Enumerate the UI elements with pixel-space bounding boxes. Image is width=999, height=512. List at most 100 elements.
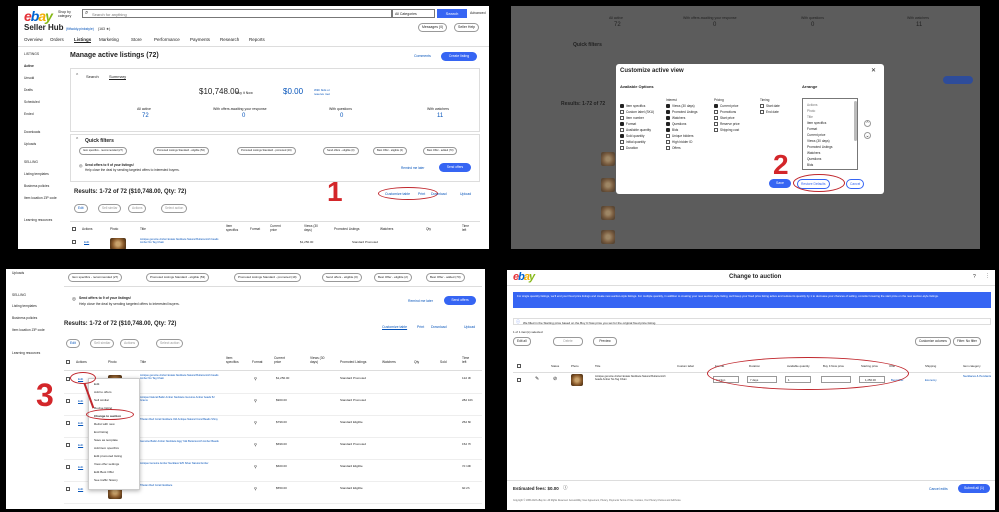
checkbox[interactable] bbox=[666, 104, 670, 108]
column-header[interactable]: Actions bbox=[76, 360, 87, 364]
print-link[interactable]: Print bbox=[417, 325, 424, 329]
sidebar-item-listing-templates[interactable]: Listing templates bbox=[24, 172, 49, 176]
item-title[interactable]: Genuine Baltic Amber Necklace Egg Yolk B… bbox=[140, 440, 220, 443]
item-title[interactable]: Antique genuine Amber Estate Necklace Na… bbox=[595, 375, 671, 382]
column-header[interactable]: Actions bbox=[82, 227, 92, 231]
column-header[interactable]: Custom label bbox=[677, 364, 694, 368]
column-header[interactable]: Item category bbox=[963, 364, 981, 368]
checkbox[interactable] bbox=[666, 128, 670, 132]
arrange-item[interactable]: Views (30 days) bbox=[807, 139, 830, 143]
menu-item-end-listing[interactable]: End listing bbox=[94, 430, 108, 434]
column-header[interactable]: Photo bbox=[108, 360, 117, 364]
checkbox[interactable] bbox=[620, 122, 624, 126]
menu-item-traffic-history[interactable]: See traffic history bbox=[94, 478, 118, 482]
sidebar-item-business-policies[interactable]: Business policies bbox=[24, 184, 49, 188]
quick-filter-chip[interactable]: Promoted Listings Standard - promoted (1… bbox=[234, 273, 301, 282]
menu-item-relist[interactable]: Relist with new bbox=[94, 422, 115, 426]
sell-similar-button[interactable]: Sell similar bbox=[90, 339, 115, 348]
item-price[interactable]: $799.00 bbox=[276, 420, 287, 424]
row-edit-link[interactable]: Edit bbox=[78, 487, 83, 491]
upload-link[interactable]: Upload bbox=[460, 192, 471, 196]
close-icon[interactable]: ✕ bbox=[871, 67, 876, 74]
menu-item-edit[interactable]: Edit bbox=[94, 382, 99, 386]
checkbox[interactable] bbox=[666, 110, 670, 114]
arrange-item[interactable]: Actions bbox=[807, 103, 817, 107]
stat-value[interactable]: 0 bbox=[242, 113, 245, 119]
delete-button[interactable]: Delete bbox=[553, 337, 583, 346]
search-button[interactable]: Search bbox=[437, 9, 467, 18]
sidebar-item-learning-resources[interactable]: Learning resources bbox=[12, 351, 40, 355]
preview-button[interactable]: Preview bbox=[593, 337, 617, 346]
menu-item-edit-promoted[interactable]: Edit promoted listing bbox=[94, 454, 122, 458]
item-price[interactable]: $1,250.00 bbox=[300, 240, 313, 244]
item-photo[interactable] bbox=[110, 238, 126, 249]
checkbox[interactable] bbox=[620, 140, 624, 144]
column-header[interactable]: Item specifics bbox=[226, 224, 240, 232]
nav-performance[interactable]: Performance bbox=[154, 37, 180, 42]
column-header[interactable]: Time left bbox=[462, 356, 474, 364]
checkbox[interactable] bbox=[666, 122, 670, 126]
column-header[interactable]: Format bbox=[252, 360, 262, 364]
row-checkbox[interactable] bbox=[517, 378, 521, 382]
menu-item-offer-settings[interactable]: View offer settings bbox=[94, 462, 119, 466]
sell-similar-button[interactable]: Sell similar bbox=[98, 204, 122, 213]
nav-store[interactable]: Store bbox=[131, 37, 142, 42]
comments-link[interactable]: Comments bbox=[414, 54, 431, 58]
column-header[interactable]: Promoted Listings bbox=[340, 360, 366, 364]
category-select[interactable]: All Categories bbox=[392, 9, 435, 18]
tab-search[interactable]: Search bbox=[86, 74, 99, 79]
row-edit-link[interactable]: Edit bbox=[78, 443, 83, 447]
item-title[interactable]: Tibetan Red Coral Necklace bbox=[140, 484, 220, 487]
column-header[interactable]: Shipping bbox=[925, 364, 936, 368]
row-checkbox[interactable] bbox=[66, 487, 70, 491]
nav-payments[interactable]: Payments bbox=[190, 37, 210, 42]
column-header[interactable]: Current price bbox=[270, 224, 284, 232]
shipping-value[interactable]: Economy bbox=[925, 378, 937, 382]
quick-filter-chip[interactable]: Promoted Listings Standard - eligible (5… bbox=[146, 273, 210, 282]
menu-item-add-to-offers[interactable]: Add to offers bbox=[94, 390, 112, 394]
select-all-checkbox[interactable] bbox=[66, 360, 70, 364]
column-header[interactable]: Views (30 days) bbox=[304, 224, 320, 232]
nav-research[interactable]: Research bbox=[220, 37, 239, 42]
checkbox[interactable] bbox=[666, 146, 670, 150]
arrange-item[interactable]: Title bbox=[807, 115, 813, 119]
move-up-icon[interactable]: ⌃ bbox=[864, 120, 871, 127]
checkbox[interactable] bbox=[760, 104, 764, 108]
submit-all-button[interactable]: Submit all (1) bbox=[958, 484, 990, 493]
checkbox[interactable] bbox=[620, 146, 624, 150]
column-header[interactable]: Qty bbox=[414, 360, 419, 364]
quick-filter-chip[interactable]: Send offers - eligible (0) bbox=[322, 273, 362, 282]
advanced-link[interactable]: Advanced bbox=[470, 11, 486, 15]
sidebar-item-uploads[interactable]: Uploads bbox=[24, 142, 36, 146]
row-checkbox[interactable] bbox=[66, 465, 70, 469]
column-header[interactable]: Format bbox=[250, 227, 260, 231]
column-header[interactable]: Watchers bbox=[382, 360, 396, 364]
checkbox[interactable] bbox=[620, 134, 624, 138]
item-title[interactable]: Antique Natural Baltic Amber Necklace Ge… bbox=[140, 396, 220, 403]
ebay-logo[interactable]: ebay bbox=[513, 271, 535, 283]
column-header[interactable]: Sold bbox=[440, 360, 447, 364]
messages-button[interactable]: Messages (0) bbox=[418, 23, 448, 32]
checkbox[interactable] bbox=[714, 104, 718, 108]
search-input[interactable]: ⌕ Search for anything bbox=[82, 9, 392, 18]
edit-button[interactable]: Edit bbox=[74, 204, 88, 213]
menu-item-edit-best-offer[interactable]: Edit Best Offer bbox=[94, 470, 114, 474]
item-title[interactable]: Antique genuine Amber Estate Necklace Na… bbox=[140, 374, 220, 381]
row-checkbox[interactable] bbox=[66, 421, 70, 425]
column-header[interactable]: Promoted Listings bbox=[334, 227, 360, 231]
chevron-up-icon[interactable]: ⌃ bbox=[75, 137, 79, 143]
column-header[interactable]: Photo bbox=[110, 227, 118, 231]
stat-value[interactable]: 11 bbox=[437, 113, 443, 119]
arrange-item[interactable]: Photo bbox=[807, 109, 815, 113]
row-checkbox[interactable] bbox=[72, 240, 76, 244]
sidebar-item-business-policies[interactable]: Business policies bbox=[12, 316, 37, 320]
row-edit-link[interactable]: Edit bbox=[78, 399, 83, 403]
arrange-item[interactable]: Questions bbox=[807, 157, 821, 161]
checkbox[interactable] bbox=[714, 110, 718, 114]
column-header[interactable]: Watchers bbox=[380, 227, 393, 231]
quick-filter-chip[interactable]: Send offers - eligible (0) bbox=[323, 147, 359, 155]
sidebar-item-active[interactable]: Active bbox=[24, 64, 34, 68]
row-checkbox[interactable] bbox=[66, 399, 70, 403]
column-header[interactable]: Qty bbox=[426, 227, 431, 231]
sidebar-item-unsold[interactable]: Unsold bbox=[24, 76, 34, 80]
